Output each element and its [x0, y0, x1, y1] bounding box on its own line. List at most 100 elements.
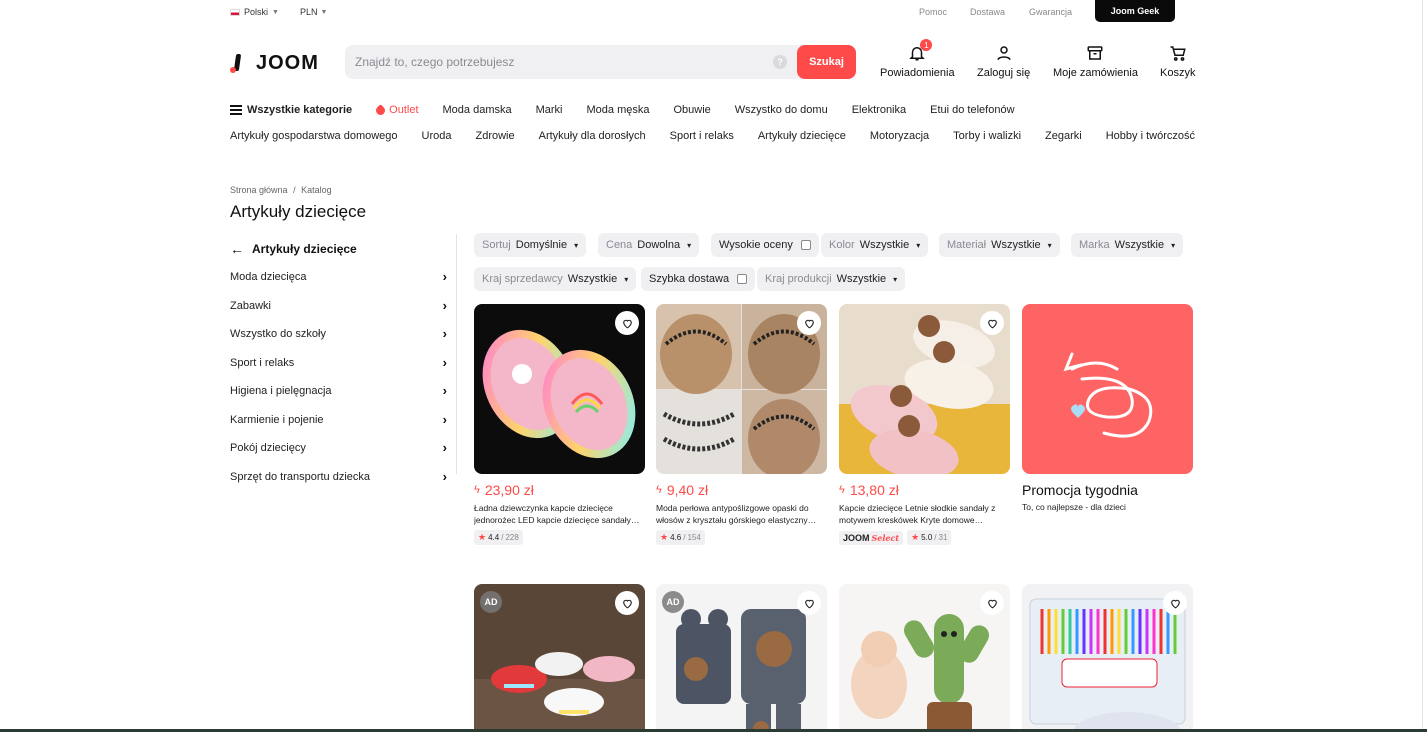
product-image[interactable] [474, 304, 645, 474]
sidebar-item-karmienie[interactable]: Karmienie i pojenie › [230, 412, 447, 427]
breadcrumb-home[interactable]: Strona główna [230, 185, 288, 195]
fast-delivery-filter[interactable]: Szybka dostawa [641, 267, 756, 291]
nav-link[interactable]: Marki [536, 104, 563, 116]
product-rating: ★ 4.6/154 [656, 530, 827, 545]
wishlist-button[interactable] [797, 311, 821, 335]
arrow-left-icon: ← [230, 241, 244, 257]
color-filter[interactable]: Kolor Wszystkie ▾ [821, 233, 929, 257]
sidebar-item-higiena[interactable]: Higiena i pielęgnacja › [230, 383, 447, 398]
product-card[interactable]: ϟ 9,40 zł Moda perłowa antypoślizgowe opa… [656, 304, 827, 545]
nav-link[interactable]: Hobby i twórczość [1106, 130, 1195, 142]
sidebar-item-szkola[interactable]: Wszystko do szkoły › [230, 326, 447, 341]
heart-icon [1170, 599, 1180, 608]
language-selector[interactable]: Polski ▼ [230, 7, 279, 17]
orders-button[interactable]: Moje zamówienia [1053, 44, 1138, 79]
wishlist-button[interactable] [797, 591, 821, 615]
help-link[interactable]: Pomoc [919, 7, 947, 17]
product-card[interactable]: AD [474, 584, 645, 732]
nav-link[interactable]: Etui do telefonów [930, 104, 1014, 116]
product-card[interactable]: ϟ 13,80 zł Kapcie dziecięce Letnie słodki… [839, 304, 1010, 545]
menu-icon [230, 105, 242, 115]
product-price: ϟ 9,40 zł [656, 482, 827, 498]
sidebar-item-moda-dziecieca[interactable]: Moda dziecięca › [230, 269, 447, 284]
heart-icon [622, 319, 632, 328]
notifications-button[interactable]: 1 Powiadomienia [880, 39, 955, 79]
product-image[interactable]: AD [656, 584, 827, 732]
promo-card[interactable]: Promocja tygodnia To, co najlepsze - dla… [1022, 304, 1193, 512]
product-card[interactable] [839, 584, 1010, 732]
joom-geek-button[interactable]: Joom Geek [1095, 0, 1175, 22]
currency-selector[interactable]: PLN ▼ [300, 7, 327, 17]
breadcrumb-catalog[interactable]: Katalog [301, 185, 332, 195]
outlet-label: Outlet [389, 104, 419, 116]
help-icon[interactable]: ? [773, 55, 787, 69]
ad-badge: AD [480, 591, 502, 613]
sort-filter[interactable]: Sortuj Domyślnie ▾ [474, 233, 587, 257]
nav-link[interactable]: Artykuły dziecięce [758, 130, 846, 142]
sidebar-back-link[interactable]: ← Artykuły dziecięce [230, 241, 357, 257]
nav-link[interactable]: Torby i walizki [953, 130, 1021, 142]
scrollbar[interactable] [1422, 0, 1423, 732]
filter-label: Kraj produkcji [765, 273, 832, 285]
nav-link[interactable]: Uroda [422, 130, 452, 142]
outlet-link[interactable]: Outlet [374, 103, 419, 117]
search-button[interactable]: Szukaj [797, 45, 856, 79]
chevron-down-icon: ▾ [624, 274, 629, 284]
product-title[interactable]: Kapcie dziecięce Letnie słodkie sandały … [839, 502, 1010, 526]
nav-link[interactable]: Artykuły gospodarstwa domowego [230, 130, 398, 142]
nav-link[interactable]: Zegarki [1045, 130, 1082, 142]
price-filter[interactable]: Cena Dowolna ▾ [598, 233, 700, 257]
nav-link[interactable]: Elektronika [852, 104, 906, 116]
sidebar-item-zabawki[interactable]: Zabawki › [230, 298, 447, 313]
nav-link[interactable]: Moda damska [443, 104, 512, 116]
cart-button[interactable]: Koszyk [1160, 44, 1195, 79]
brand-filter[interactable]: Marka Wszystkie ▾ [1071, 233, 1184, 257]
product-image[interactable] [656, 304, 827, 474]
checkbox[interactable] [800, 240, 811, 250]
delivery-link[interactable]: Dostawa [970, 7, 1005, 17]
product-image[interactable] [839, 584, 1010, 732]
filter-value: Szybka dostawa [649, 273, 730, 285]
joom-select-label: JOOM [843, 532, 870, 543]
wishlist-button[interactable] [1163, 591, 1187, 615]
lightning-icon: ϟ [474, 484, 480, 496]
product-image[interactable] [1022, 584, 1193, 732]
search-input[interactable] [345, 45, 785, 79]
wishlist-button[interactable] [980, 311, 1004, 335]
nav-link[interactable]: Sport i relaks [670, 130, 734, 142]
product-title[interactable]: Moda perłowa antypoślizgowe opaski do wł… [656, 502, 827, 526]
caret-down-icon: ▼ [272, 8, 279, 16]
filter-value: Wszystkie [836, 273, 887, 285]
nav-link[interactable]: Motoryzacja [870, 130, 929, 142]
product-image[interactable]: AD [474, 584, 645, 732]
product-image[interactable] [839, 304, 1010, 474]
joom-logo[interactable]: JOOM [230, 52, 319, 75]
warranty-link[interactable]: Gwarancja [1029, 7, 1072, 17]
checkbox[interactable] [737, 274, 748, 284]
nav-link[interactable]: Wszystko do domu [735, 104, 828, 116]
wishlist-button[interactable] [615, 591, 639, 615]
product-card[interactable]: AD [656, 584, 827, 732]
material-filter[interactable]: Materiał Wszystkie ▾ [939, 233, 1060, 257]
promo-title[interactable]: Promocja tygodnia [1022, 482, 1193, 498]
all-categories-button[interactable]: Wszystkie kategorie [230, 104, 352, 116]
product-title[interactable]: Ładna dziewczynka kapcie dziecięce jedno… [474, 502, 645, 526]
sidebar-item-transport[interactable]: Sprzęt do transportu dziecka › [230, 469, 447, 484]
product-card[interactable]: ϟ 23,90 zł Ładna dziewczynka kapcie dziec… [474, 304, 645, 545]
seller-country-filter[interactable]: Kraj sprzedawcy Wszystkie ▾ [474, 267, 637, 291]
promo-image[interactable] [1022, 304, 1193, 474]
nav-link[interactable]: Obuwie [673, 104, 710, 116]
sidebar-item-sport[interactable]: Sport i relaks › [230, 355, 447, 370]
production-country-filter[interactable]: Kraj produkcji Wszystkie ▾ [757, 267, 906, 291]
nav-link[interactable]: Moda męska [587, 104, 650, 116]
high-rating-filter[interactable]: Wysokie oceny [711, 233, 819, 257]
wishlist-button[interactable] [980, 591, 1004, 615]
nav-link[interactable]: Artykuły dla dorosłych [539, 130, 646, 142]
wishlist-button[interactable] [615, 311, 639, 335]
chevron-down-icon: ▾ [574, 240, 579, 250]
nav-link[interactable]: Zdrowie [476, 130, 515, 142]
sidebar-item-pokoj[interactable]: Pokój dziecięcy › [230, 440, 447, 455]
login-button[interactable]: Zaloguj się [977, 44, 1030, 79]
product-card[interactable] [1022, 584, 1193, 732]
promo-subtitle: To, co najlepsze - dla dzieci [1022, 502, 1126, 512]
